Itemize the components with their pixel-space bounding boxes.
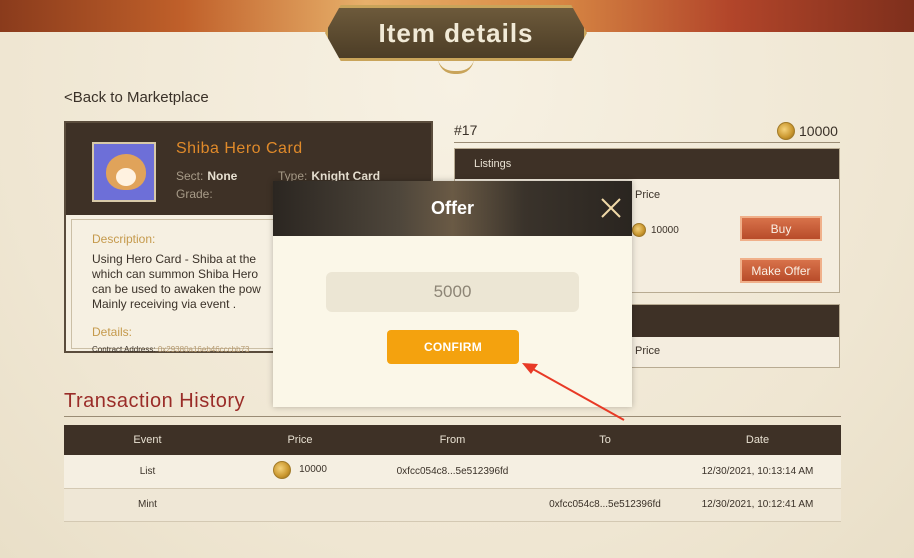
- gold-coin-icon: [273, 460, 292, 479]
- event-cell: List: [64, 455, 231, 489]
- description-line: Mainly receiving via event .: [92, 297, 237, 311]
- card-name: Shiba Hero Card: [176, 140, 303, 157]
- gold-coin-icon: [632, 223, 646, 237]
- from-cell[interactable]: 0xfcc054c8...5e512396fd: [369, 455, 536, 489]
- card-avatar: [92, 142, 156, 202]
- grade-info: Grade:: [176, 187, 213, 201]
- table-header-row: Event Price From To Date: [64, 425, 841, 455]
- column-header-date: Date: [674, 425, 841, 455]
- description-line: Using Hero Card - Shiba at the: [92, 252, 257, 266]
- to-cell: [536, 455, 674, 489]
- divider: [454, 142, 840, 143]
- page-title-plaque: Item details: [325, 5, 587, 61]
- gold-coin-icon: [777, 122, 795, 140]
- description-line: which can summon Shiba Hero: [92, 267, 259, 281]
- sect-label: Sect:: [176, 169, 204, 183]
- column-header-event: Event: [64, 425, 231, 455]
- offer-modal: Offer CONFIRM: [273, 181, 632, 407]
- grade-label: Grade:: [176, 187, 213, 201]
- offer-modal-header: Offer: [273, 181, 632, 236]
- description-line: can be used to awaken the pow: [92, 282, 261, 296]
- make-offer-button[interactable]: Make Offer: [740, 258, 822, 283]
- divider: [64, 416, 841, 417]
- chevron-left-icon: <: [64, 89, 73, 106]
- item-price: 10000: [777, 122, 838, 140]
- price-cell: [231, 488, 369, 522]
- item-price-value: 10000: [799, 123, 838, 139]
- description-text: Using Hero Card - Shiba at the which can…: [92, 252, 277, 312]
- event-cell: Mint: [64, 488, 231, 522]
- contract-value[interactable]: 0x29380a16eb46cccbb73: [158, 345, 250, 354]
- back-to-marketplace-link[interactable]: <Back to Marketplace: [64, 89, 209, 106]
- date-cell: 12/30/2021, 10:12:41 AM: [674, 488, 841, 522]
- close-icon[interactable]: [600, 197, 622, 219]
- back-link-label: Back to Marketplace: [72, 89, 209, 106]
- price-cell: 10000: [231, 455, 369, 489]
- table-row: List 10000 0xfcc054c8...5e512396fd 12/30…: [64, 455, 841, 489]
- to-cell[interactable]: 0xfcc054c8...5e512396fd: [536, 488, 674, 522]
- buy-button[interactable]: Buy: [740, 216, 822, 241]
- column-header-from: From: [369, 425, 536, 455]
- listings-price-column: Price: [635, 189, 661, 201]
- token-id: #17: [454, 122, 478, 138]
- page-title: Item details: [378, 17, 534, 48]
- transaction-table: Event Price From To Date List 10000 0xfc…: [64, 425, 841, 522]
- contract-label: Contract Address:: [92, 345, 156, 354]
- date-cell: 12/30/2021, 10:13:14 AM: [674, 455, 841, 489]
- price-value: 10000: [299, 464, 327, 476]
- sect-info: Sect: None: [176, 169, 237, 183]
- table-row: Mint 0xfcc054c8...5e512396fd 12/30/2021,…: [64, 488, 841, 522]
- confirm-button[interactable]: CONFIRM: [387, 330, 519, 364]
- offers-price-column: Price: [635, 345, 661, 357]
- offer-modal-title: Offer: [430, 198, 474, 218]
- transaction-history-title: Transaction History: [64, 390, 246, 412]
- from-cell: [369, 488, 536, 522]
- column-header-price: Price: [231, 425, 369, 455]
- column-header-to: To: [536, 425, 674, 455]
- listings-header: Listings: [455, 149, 839, 179]
- listing-price-value: 10000: [651, 224, 679, 236]
- offer-amount-input[interactable]: [326, 272, 579, 312]
- shiba-face-icon: [106, 154, 146, 190]
- sect-value: None: [207, 169, 238, 183]
- listing-price: 10000: [632, 223, 679, 237]
